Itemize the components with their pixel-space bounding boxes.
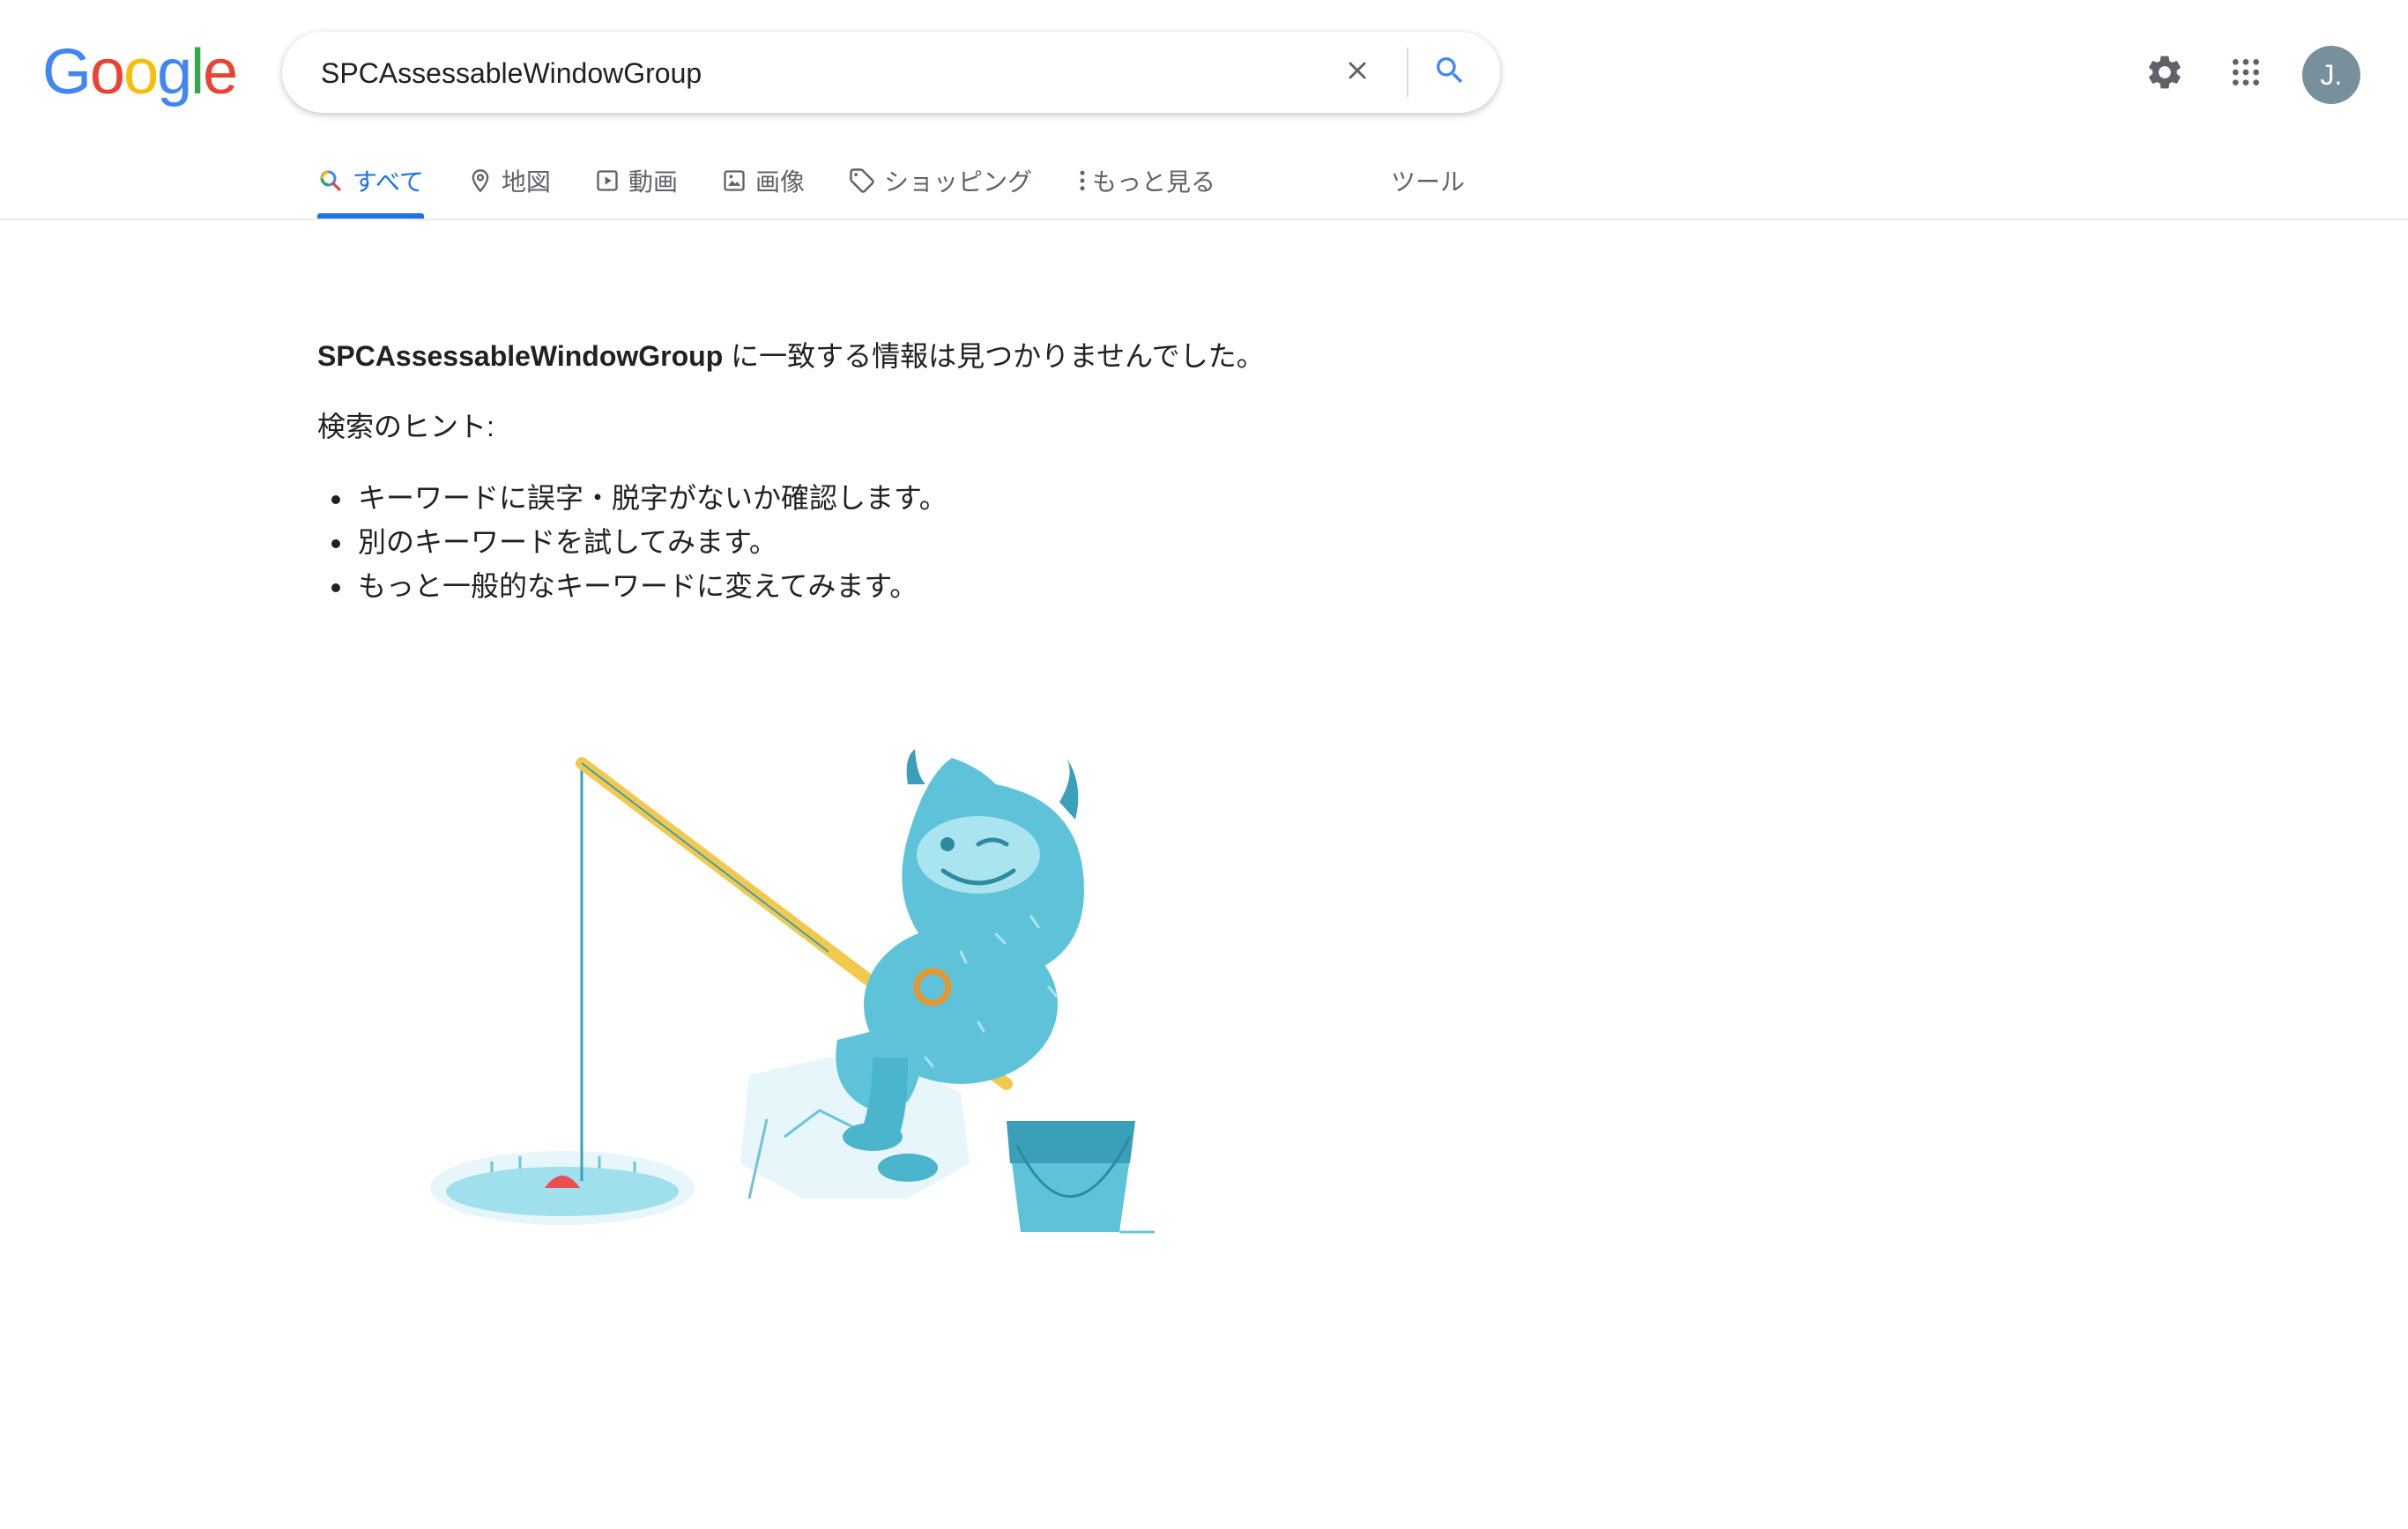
search-icon [317, 167, 344, 194]
logo-letter-g2: g [157, 37, 192, 108]
tag-icon [849, 167, 875, 194]
search-box [282, 32, 1500, 113]
account-avatar[interactable]: J. [2302, 46, 2360, 104]
tab-videos[interactable]: 動画 [595, 159, 678, 203]
query-term: SPCAssessableWindowGroup [317, 340, 724, 372]
tab-maps-label: 地図 [501, 168, 551, 196]
search-tabs: すべて 地図 動画 画像 ショッピング もっと見る [317, 159, 1260, 219]
no-results-message: SPCAssessableWindowGroup に一致する情報は見つかりません… [317, 333, 1551, 379]
tab-shopping-label: ショッピング [883, 168, 1032, 196]
tips-heading: 検索のヒント: [317, 411, 494, 442]
tab-images-label: 画像 [754, 168, 805, 196]
fishing-yeti-illustration [414, 723, 1172, 1251]
search-icon [1432, 53, 1468, 93]
tips-list: キーワードに誤字・脱字がないか確認します。 別のキーワードを試してみます。 もっ… [317, 476, 1551, 608]
tip-item: キーワードに誤字・脱字がないか確認します。 [354, 476, 1551, 520]
logo-letter-g: G [42, 37, 92, 108]
google-apps-button[interactable] [2221, 49, 2271, 99]
google-logo[interactable]: Google [42, 37, 238, 108]
tab-all[interactable]: すべて [317, 159, 424, 219]
tab-shopping[interactable]: ショッピング [849, 159, 1032, 203]
search-input[interactable] [319, 48, 1239, 99]
no-results-text: に一致する情報は見つかりませんでした。 [723, 340, 1265, 372]
tab-videos-label: 動画 [628, 168, 678, 196]
close-icon [1342, 56, 1372, 90]
tip-item: 別のキーワードを試してみます。 [354, 520, 1551, 564]
tab-more[interactable]: もっと見る [1076, 159, 1215, 203]
search-submit-button[interactable] [1421, 46, 1479, 99]
tip-item: もっと一般的なキーワードに変えてみます。 [354, 564, 1551, 608]
tab-images[interactable]: 画像 [722, 159, 805, 203]
logo-letter-l: l [190, 37, 204, 108]
tab-all-label: すべて [353, 168, 424, 196]
tools-button[interactable]: ツール [1391, 159, 1465, 203]
map-pin-icon [468, 167, 493, 194]
image-icon [722, 168, 747, 193]
no-results-section: SPCAssessableWindowGroup に一致する情報は見つかりません… [317, 333, 1551, 608]
settings-button[interactable] [2140, 49, 2189, 99]
video-icon [595, 168, 620, 193]
apps-grid-icon [2228, 55, 2263, 94]
logo-letter-o2: o [123, 37, 159, 108]
tab-more-label: もっと見る [1091, 168, 1215, 196]
logo-letter-e: e [203, 37, 238, 108]
search-results-page: Google J. [0, 0, 2408, 1529]
header-divider [0, 219, 2408, 220]
clear-search-button[interactable] [1331, 46, 1384, 99]
logo-letter-o1: o [90, 37, 125, 108]
tab-maps[interactable]: 地図 [468, 159, 551, 203]
gear-icon [2144, 52, 2185, 97]
more-vert-icon [1076, 167, 1089, 194]
search-divider [1407, 48, 1408, 97]
